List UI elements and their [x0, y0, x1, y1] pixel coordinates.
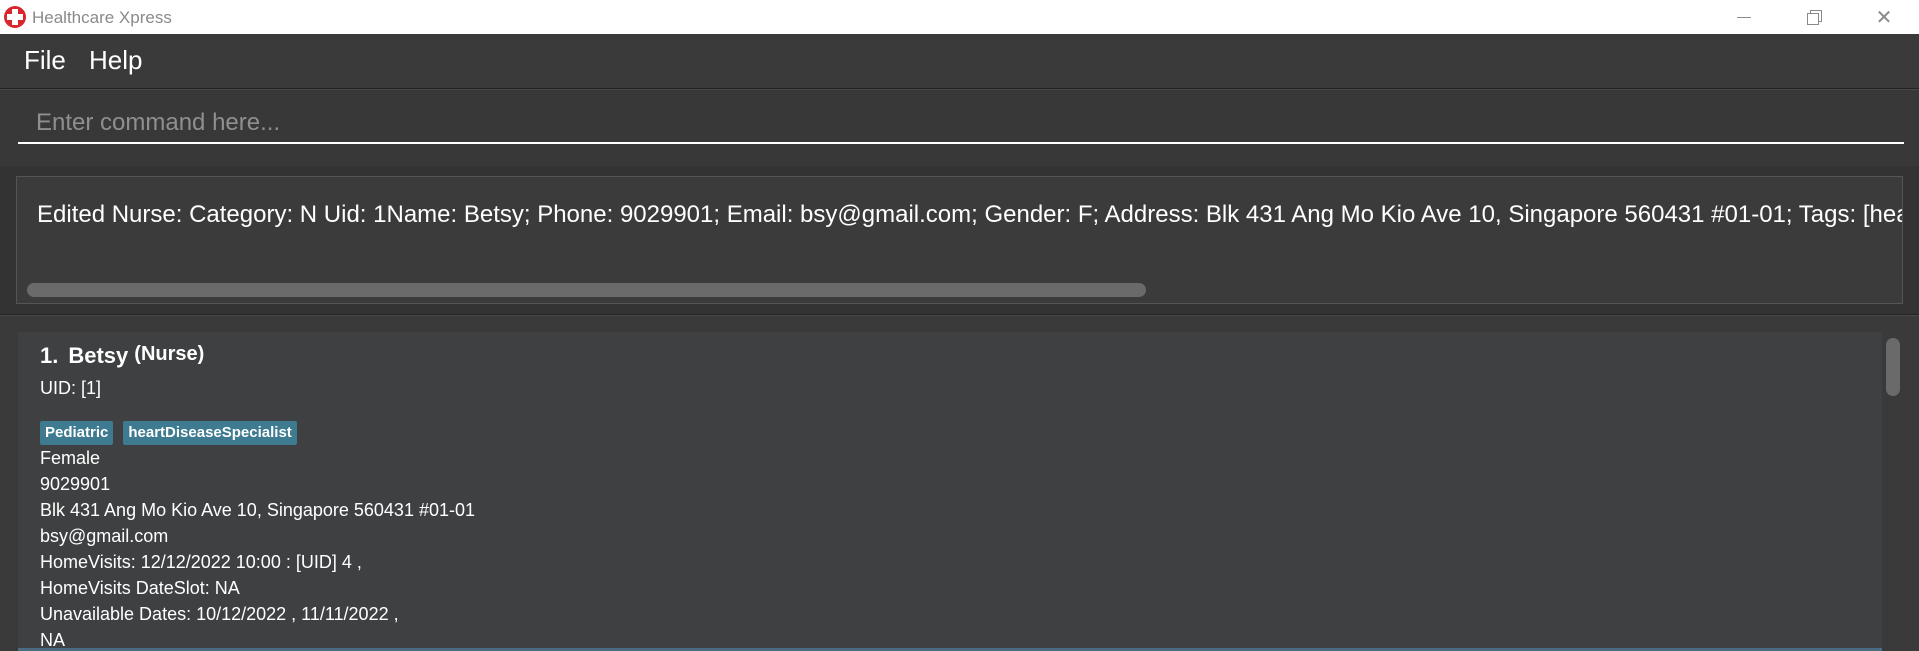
person-list-panel: 1. Betsy (Nurse) UID: [1] Pediatric heartD…: [0, 315, 1919, 651]
list-vertical-scrollbar[interactable]: [1884, 336, 1902, 651]
close-icon: ✕: [1875, 6, 1893, 29]
result-text: Edited Nurse: Category: N Uid: 1Name: Be…: [37, 201, 1903, 228]
result-scrollbar-thumb[interactable]: [27, 283, 1146, 297]
result-horizontal-scrollbar[interactable]: [23, 283, 1896, 297]
person-index: 1.: [40, 343, 59, 368]
person-unavailable-dates: Unavailable Dates: 10/12/2022 , 11/11/20…: [40, 604, 399, 624]
menu-bar: File Help: [0, 34, 1919, 89]
person-gender: Female: [40, 448, 101, 468]
person-tags: Pediatric heartDiseaseSpecialist: [40, 421, 297, 445]
person-card-header: 1. Betsy (Nurse): [40, 343, 204, 369]
person-category: (Nurse): [134, 343, 205, 365]
person-home-visits: HomeVisits: 12/12/2022 10:00 : [UID] 4 ,: [40, 552, 362, 572]
tag-pediatric: Pediatric: [40, 421, 114, 445]
person-uid: UID: [1]: [40, 378, 102, 398]
app-cross-icon: [4, 6, 26, 28]
person-name: Betsy: [68, 343, 129, 368]
menu-help[interactable]: Help: [89, 45, 142, 76]
result-display: Edited Nurse: Category: N Uid: 1Name: Be…: [16, 176, 1903, 304]
command-input[interactable]: [18, 104, 1904, 144]
minimize-icon: [1737, 16, 1751, 18]
person-address: Blk 431 Ang Mo Kio Ave 10, Singapore 560…: [40, 500, 475, 520]
tag-heart-disease-specialist: heartDiseaseSpecialist: [123, 421, 297, 445]
minimize-button[interactable]: [1709, 0, 1779, 34]
person-card[interactable]: 1. Betsy (Nurse) UID: [1] Pediatric heartD…: [18, 332, 1882, 651]
person-phone: 9029901: [40, 474, 111, 494]
person-email: bsy@gmail.com: [40, 526, 169, 546]
command-box: [0, 89, 1919, 167]
title-bar: Healthcare Xpress ✕: [0, 0, 1919, 34]
menu-file[interactable]: File: [24, 45, 66, 76]
person-home-visits-dateslot: HomeVisits DateSlot: NA: [40, 578, 240, 598]
result-display-panel: Edited Nurse: Category: N Uid: 1Name: Be…: [0, 166, 1919, 315]
window-title: Healthcare Xpress: [32, 8, 172, 27]
restore-button[interactable]: [1779, 0, 1849, 34]
close-button[interactable]: ✕: [1849, 0, 1919, 34]
list-scrollbar-thumb[interactable]: [1886, 338, 1900, 396]
restore-icon: [1807, 10, 1822, 25]
